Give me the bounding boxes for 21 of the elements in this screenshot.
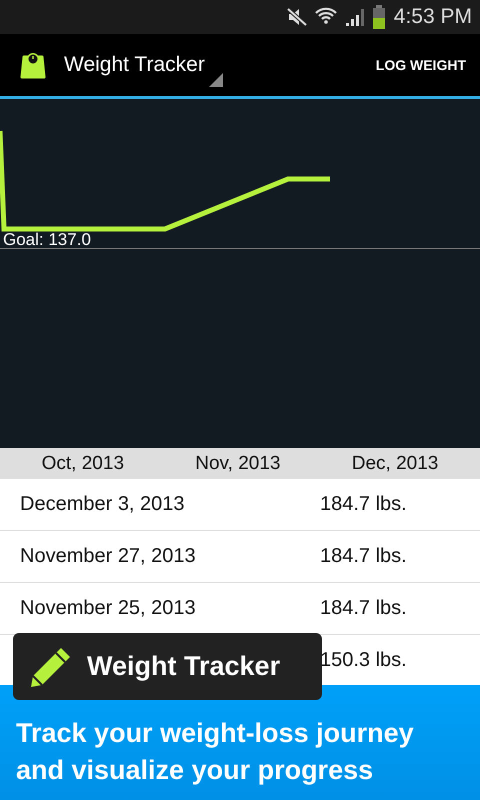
clock-time: 4:53 PM (394, 5, 472, 29)
app-name: Weight Tracker (87, 651, 280, 682)
entry-date: November 25, 2013 (20, 597, 196, 620)
entry-weight: 150.3 lbs. (320, 649, 407, 672)
log-weight-button[interactable]: LOG WEIGHT (376, 49, 466, 81)
entry-weight: 184.7 lbs. (320, 493, 407, 516)
promo-tagline: Track your weight-loss journey and visualize your progress (16, 717, 415, 787)
axis-label: Oct, 2013 (42, 452, 124, 474)
battery-icon (372, 5, 386, 29)
entry-weight: 184.7 lbs. (320, 545, 407, 568)
axis-label: Dec, 2013 (352, 452, 438, 474)
goal-label: Goal: 137.0 (3, 230, 91, 250)
signal-icon (344, 6, 366, 28)
mute-icon (286, 7, 308, 27)
entry-date: December 3, 2013 (20, 493, 185, 516)
axis-label: Nov, 2013 (195, 452, 280, 474)
entry-weight: 184.7 lbs. (320, 597, 407, 620)
dropdown-corner-icon (208, 73, 223, 87)
entry-date: November 27, 2013 (20, 545, 196, 568)
scale-icon[interactable] (20, 51, 46, 79)
title-dropdown[interactable]: Weight Tracker (64, 43, 223, 87)
